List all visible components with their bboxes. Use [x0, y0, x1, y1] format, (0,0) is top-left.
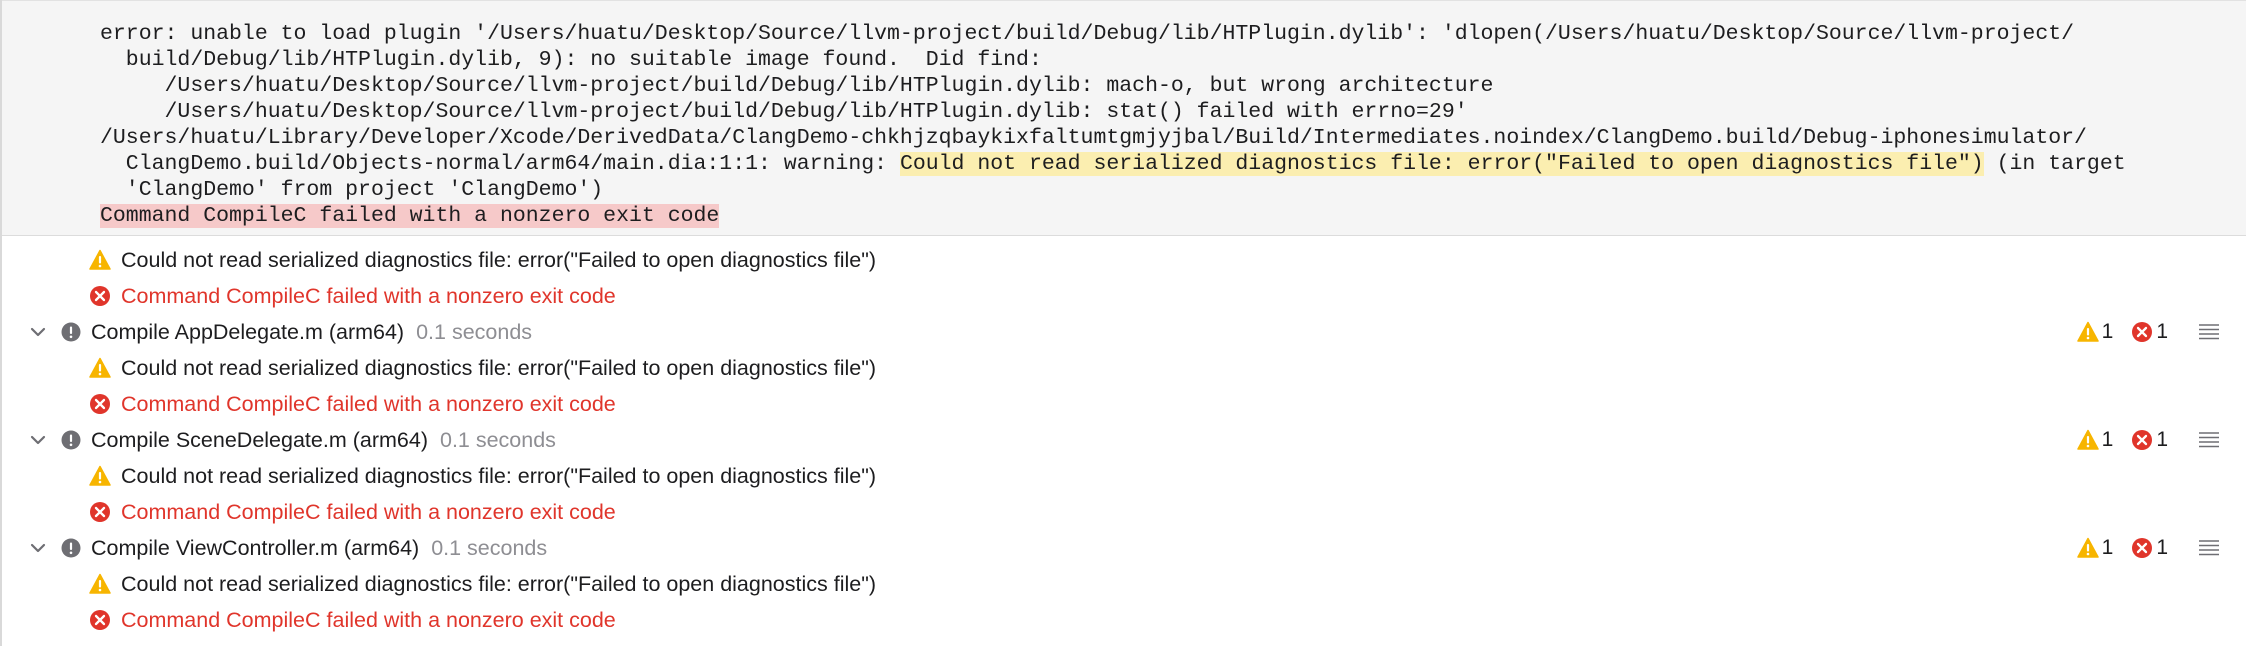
warning-message-text: Could not read serialized diagnostics fi…	[121, 355, 877, 380]
log-line-suffix: (in target	[1983, 152, 2126, 176]
error-message-text: Command CompileC failed with a nonzero e…	[121, 391, 616, 416]
error-count-badge[interactable]: 1	[2131, 536, 2168, 560]
warning-message-row[interactable]: Could not read serialized diagnostics fi…	[0, 242, 2246, 278]
chevron-down-icon[interactable]	[27, 429, 49, 451]
warning-message-row[interactable]: Could not read serialized diagnostics fi…	[0, 458, 2246, 494]
compile-duration: 0.1 seconds	[416, 319, 533, 344]
warning-count-badge[interactable]: 1	[2076, 428, 2114, 452]
compile-group-row[interactable]: Compile AppDelegate.m (arm64) 0.1 second…	[0, 314, 2246, 350]
issue-badges: 1 1	[2076, 314, 2246, 350]
log-line: /Users/huatu/Library/Developer/Xcode/Der…	[100, 126, 2087, 150]
warning-message-text: Could not read serialized diagnostics fi…	[121, 463, 877, 488]
error-x-circle-icon	[89, 393, 111, 415]
compile-group-title: Compile ViewController.m (arm64)	[91, 535, 420, 560]
issue-badges: 1 1	[2076, 422, 2246, 458]
compile-group-title: Compile AppDelegate.m (arm64)	[91, 319, 405, 344]
error-message-row[interactable]: Command CompileC failed with a nonzero e…	[0, 278, 2246, 314]
warning-count-badge[interactable]: 1	[2076, 536, 2114, 560]
log-error-highlight: Command CompileC failed with a nonzero e…	[100, 204, 720, 228]
warning-count: 1	[2101, 536, 2114, 559]
exclamation-circle-icon	[61, 430, 81, 450]
error-message-text: Command CompileC failed with a nonzero e…	[121, 607, 616, 632]
error-x-circle-icon	[89, 609, 111, 631]
error-x-circle-icon	[89, 285, 111, 307]
error-x-circle-icon	[2131, 537, 2153, 559]
chevron-down-icon[interactable]	[27, 537, 49, 559]
log-line: ClangDemo.build/Objects-normal/arm64/mai…	[100, 151, 2126, 177]
error-x-circle-icon	[2131, 429, 2153, 451]
warning-count-badge[interactable]: 1	[2076, 320, 2114, 344]
compile-group-title: Compile SceneDelegate.m (arm64)	[91, 427, 428, 452]
error-count: 1	[2156, 320, 2168, 343]
warning-message-text: Could not read serialized diagnostics fi…	[121, 571, 877, 596]
log-line: /Users/huatu/Desktop/Source/llvm-project…	[100, 100, 1468, 124]
log-line: error: unable to load plugin '/Users/hua…	[100, 22, 2075, 46]
log-line: 'ClangDemo' from project 'ClangDemo')	[100, 178, 604, 202]
error-message-row[interactable]: Command CompileC failed with a nonzero e…	[0, 386, 2246, 422]
warning-triangle-icon	[89, 465, 111, 487]
exclamation-circle-icon	[61, 538, 81, 558]
warning-message-row[interactable]: Could not read serialized diagnostics fi…	[0, 566, 2246, 602]
warning-triangle-icon	[2076, 321, 2099, 343]
warning-triangle-icon	[2076, 537, 2099, 559]
list-lines-icon[interactable]	[2198, 322, 2220, 342]
log-line: /Users/huatu/Desktop/Source/llvm-project…	[100, 74, 1494, 98]
issue-badges: 1 1	[2076, 530, 2246, 566]
log-warning-highlight: Could not read serialized diagnostics fi…	[899, 152, 1984, 176]
warning-triangle-icon	[89, 573, 111, 595]
log-line: build/Debug/lib/HTPlugin.dylib, 9): no s…	[100, 48, 1042, 72]
error-x-circle-icon	[89, 501, 111, 523]
error-count: 1	[2156, 428, 2168, 451]
error-message-row[interactable]: Command CompileC failed with a nonzero e…	[0, 602, 2246, 638]
error-message-text: Command CompileC failed with a nonzero e…	[121, 283, 616, 308]
compile-group-row[interactable]: Compile ViewController.m (arm64) 0.1 sec…	[0, 530, 2246, 566]
chevron-down-icon[interactable]	[27, 321, 49, 343]
error-count: 1	[2156, 536, 2168, 559]
error-message-row[interactable]: Command CompileC failed with a nonzero e…	[0, 494, 2246, 530]
error-count-badge[interactable]: 1	[2131, 428, 2168, 452]
log-line-prefix: ClangDemo.build/Objects-normal/arm64/mai…	[100, 152, 900, 176]
compile-group-row[interactable]: Compile SceneDelegate.m (arm64) 0.1 seco…	[0, 422, 2246, 458]
error-count-badge[interactable]: 1	[2131, 320, 2168, 344]
warning-triangle-icon	[89, 249, 111, 271]
issue-list: Could not read serialized diagnostics fi…	[0, 242, 2246, 638]
compile-duration: 0.1 seconds	[431, 535, 548, 560]
warning-count: 1	[2101, 428, 2114, 451]
warning-triangle-icon	[89, 357, 111, 379]
build-log-transcript: error: unable to load plugin '/Users/hua…	[2, 0, 2246, 236]
log-line: Command CompileC failed with a nonzero e…	[100, 203, 2126, 229]
warning-message-text: Could not read serialized diagnostics fi…	[121, 247, 877, 272]
error-x-circle-icon	[2131, 321, 2153, 343]
compile-duration: 0.1 seconds	[439, 427, 556, 452]
exclamation-circle-icon	[61, 322, 81, 342]
list-lines-icon[interactable]	[2198, 538, 2220, 558]
log-text: error: unable to load plugin '/Users/hua…	[100, 21, 2126, 229]
list-lines-icon[interactable]	[2198, 430, 2220, 450]
error-message-text: Command CompileC failed with a nonzero e…	[121, 499, 616, 524]
warning-message-row[interactable]: Could not read serialized diagnostics fi…	[0, 350, 2246, 386]
warning-triangle-icon	[2076, 429, 2099, 451]
warning-count: 1	[2101, 320, 2114, 343]
